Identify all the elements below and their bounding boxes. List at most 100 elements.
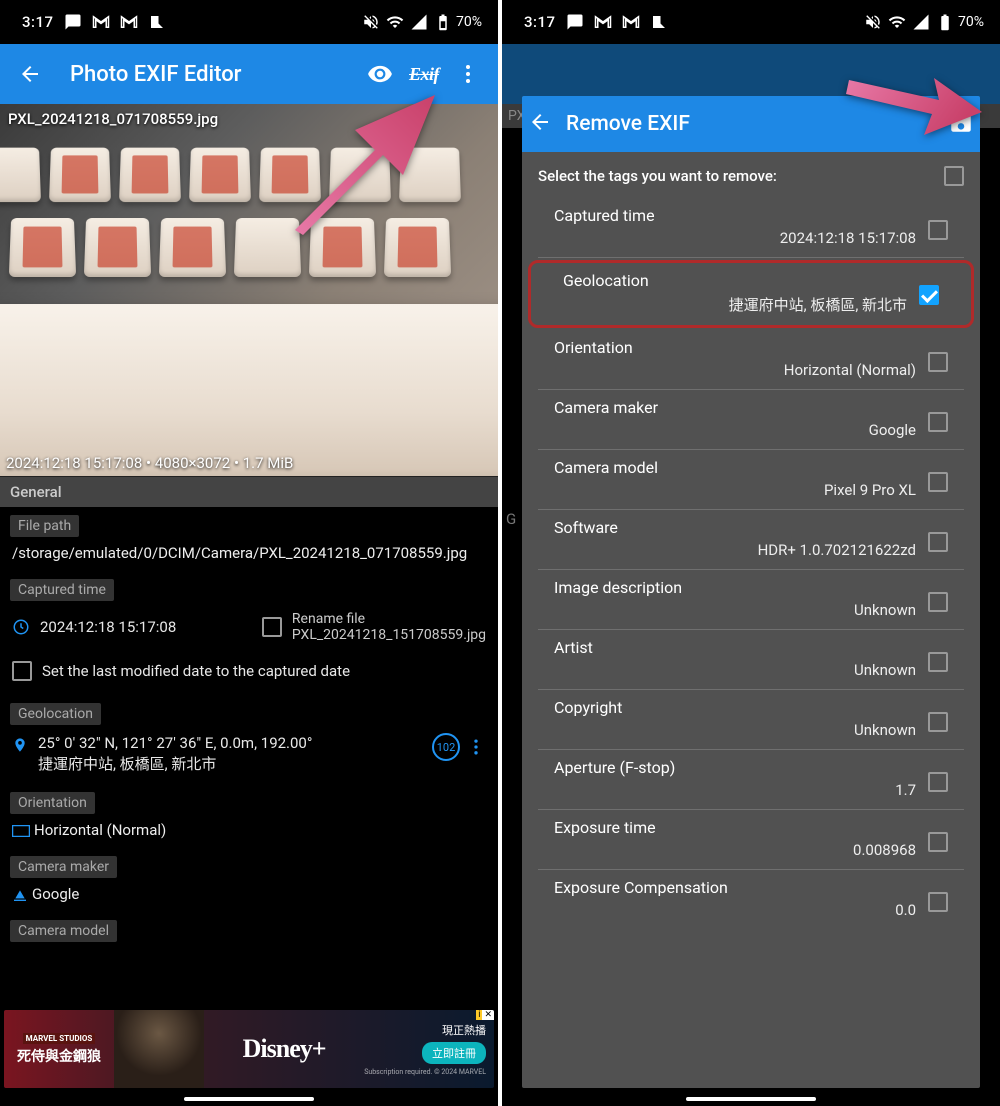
exif-tag-label: Captured time	[554, 206, 916, 229]
exif-tag-label: Camera model	[554, 458, 916, 481]
orientation-value[interactable]: Horizontal (Normal)	[0, 818, 498, 848]
exif-tag-checkbox[interactable]	[928, 592, 948, 612]
clock-icon	[12, 618, 30, 636]
exif-tag-value: Pixel 9 Pro XL	[554, 481, 916, 505]
more-vert-icon	[456, 62, 480, 86]
ad-film-title: 死侍與金鋼狼	[17, 1046, 101, 1066]
exif-tag-value: 2024:12:18 15:17:08	[554, 229, 916, 253]
file-path-label: File path	[10, 515, 79, 537]
ad-banner[interactable]: MARVEL STUDIOS 死侍與金鋼狼 Disney+ 現正熱播 立即註冊 …	[4, 1010, 494, 1088]
left-pane: 3:17 70% Photo EXIF Editor Exif	[0, 0, 498, 1106]
nav-handle[interactable]	[184, 1097, 314, 1101]
exif-tag-row[interactable]: Geolocation捷運府中站, 板橋區, 新北市	[547, 263, 955, 325]
arrow-back-icon	[528, 110, 552, 134]
ad-fine: Subscription required. © 2024 MARVEL	[364, 1068, 486, 1076]
captured-time-label: Captured time	[10, 579, 114, 601]
exif-tag-row[interactable]: SoftwareHDR+ 1.0.702121622zd	[538, 510, 964, 570]
ad-close-icon[interactable]: ✕	[482, 1010, 494, 1020]
battery-icon	[434, 13, 452, 31]
exif-tag-value: Unknown	[554, 661, 916, 685]
overflow-button[interactable]	[446, 52, 490, 96]
exif-tag-row[interactable]: ArtistUnknown	[538, 630, 964, 690]
exif-tag-row[interactable]: Camera makerGoogle	[538, 390, 964, 450]
arrow-back-icon	[18, 62, 42, 86]
gmail-icon-2	[120, 13, 138, 31]
geolocation-badge[interactable]: 102	[432, 733, 460, 761]
rename-checkbox[interactable]	[262, 617, 282, 637]
exif-tag-checkbox[interactable]	[928, 652, 948, 672]
exif-tag-value: Google	[554, 421, 916, 445]
exif-tag-value: Unknown	[554, 601, 916, 625]
filename-overlay: PXL_20241218_071708559.jpg	[8, 110, 218, 128]
chat-icon	[64, 13, 82, 31]
exif-tag-value: 1.7	[554, 781, 916, 805]
clock-text: 3:17	[22, 13, 54, 31]
ad-cta-top: 現正熱播	[442, 1022, 486, 1038]
dialog-instruction: Select the tags you want to remove:	[538, 167, 777, 185]
mute-icon	[362, 13, 380, 31]
exif-tag-checkbox[interactable]	[928, 220, 948, 240]
exif-tag-label: Artist	[554, 638, 916, 661]
exif-tag-checkbox[interactable]	[928, 532, 948, 552]
highlight-annotation: Geolocation捷運府中站, 板橋區, 新北市	[528, 260, 974, 328]
geolocation-label: Geolocation	[10, 703, 101, 725]
exif-tag-label: Software	[554, 518, 916, 541]
notif-icon	[148, 13, 166, 31]
exif-tag-row[interactable]: Exposure Compensation0.0	[538, 870, 964, 929]
exif-tag-label: Camera maker	[554, 398, 916, 421]
right-pane: 3:17 70% PX G Remove EXIF	[502, 0, 1000, 1106]
exif-tag-label: Image description	[554, 578, 916, 601]
exif-tag-row[interactable]: CopyrightUnknown	[538, 690, 964, 750]
exif-tag-row[interactable]: Captured time2024:12:18 15:17:08	[538, 198, 964, 258]
select-all-checkbox[interactable]	[944, 166, 964, 186]
exif-tag-checkbox[interactable]	[928, 712, 948, 732]
captured-time-value[interactable]: 2024:12:18 15:17:08	[40, 618, 252, 636]
exif-tag-value: 0.0	[554, 901, 916, 925]
exif-tag-row[interactable]: Camera modelPixel 9 Pro XL	[538, 450, 964, 510]
section-general: General	[0, 476, 498, 507]
nav-handle[interactable]	[686, 1097, 816, 1101]
set-modified-checkbox[interactable]	[12, 661, 32, 681]
building-icon	[12, 887, 28, 903]
orientation-label: Orientation	[10, 792, 95, 814]
remove-exif-dialog: Remove EXIF Select the tags you want to …	[522, 96, 980, 1088]
rename-file-value: PXL_20241218_151708559.jpg	[292, 627, 486, 643]
exif-tag-checkbox[interactable]	[928, 472, 948, 492]
rename-file-label: Rename file	[292, 611, 486, 627]
wifi-icon	[386, 13, 404, 31]
exif-tag-row[interactable]: Image descriptionUnknown	[538, 570, 964, 630]
ad-cta-button[interactable]: 立即註冊	[422, 1042, 486, 1064]
dialog-back-button[interactable]	[528, 110, 552, 138]
exif-tag-checkbox[interactable]	[928, 892, 948, 912]
gmail-icon-1	[92, 13, 110, 31]
exif-tag-value: 捷運府中站, 板橋區, 新北市	[563, 294, 907, 321]
info-overlay: 2024:12:18 15:17:08 • 4080×3072 • 1.7 Mi…	[6, 454, 293, 472]
exif-tag-checkbox[interactable]	[928, 832, 948, 852]
file-path-value[interactable]: /storage/emulated/0/DCIM/Camera/PXL_2024…	[0, 541, 498, 571]
geo-more-icon[interactable]	[466, 737, 486, 757]
camera-model-label: Camera model	[10, 920, 117, 942]
exif-tag-row[interactable]: Exposure time0.008968	[538, 810, 964, 870]
back-button[interactable]	[8, 52, 52, 96]
ad-brand: Disney+	[204, 1034, 364, 1064]
geolocation-value[interactable]: 25° 0' 32" N, 121° 27' 36" E, 0.0m, 192.…	[38, 733, 422, 774]
set-modified-label: Set the last modified date to the captur…	[42, 662, 350, 680]
annotation-arrow-left	[275, 80, 445, 254]
camera-maker-value[interactable]: Google	[0, 882, 498, 912]
exif-tag-label: Orientation	[554, 338, 916, 361]
camera-maker-label: Camera maker	[10, 856, 117, 878]
exif-tag-checkbox[interactable]	[928, 412, 948, 432]
exif-tag-label: Geolocation	[563, 271, 907, 294]
exif-tag-label: Exposure time	[554, 818, 916, 841]
exif-tag-label: Aperture (F-stop)	[554, 758, 916, 781]
exif-tag-row[interactable]: Aperture (F-stop)1.7	[538, 750, 964, 810]
battery-text: 70%	[456, 14, 482, 30]
annotation-arrow-right	[844, 50, 984, 149]
exif-tag-checkbox[interactable]	[919, 285, 939, 305]
status-bar: 3:17 70%	[0, 0, 498, 44]
pin-icon	[12, 735, 28, 755]
exif-tag-checkbox[interactable]	[928, 772, 948, 792]
exif-tag-row[interactable]: OrientationHorizontal (Normal)	[538, 330, 964, 390]
exif-tag-checkbox[interactable]	[928, 352, 948, 372]
exif-tag-value: HDR+ 1.0.702121622zd	[554, 541, 916, 565]
